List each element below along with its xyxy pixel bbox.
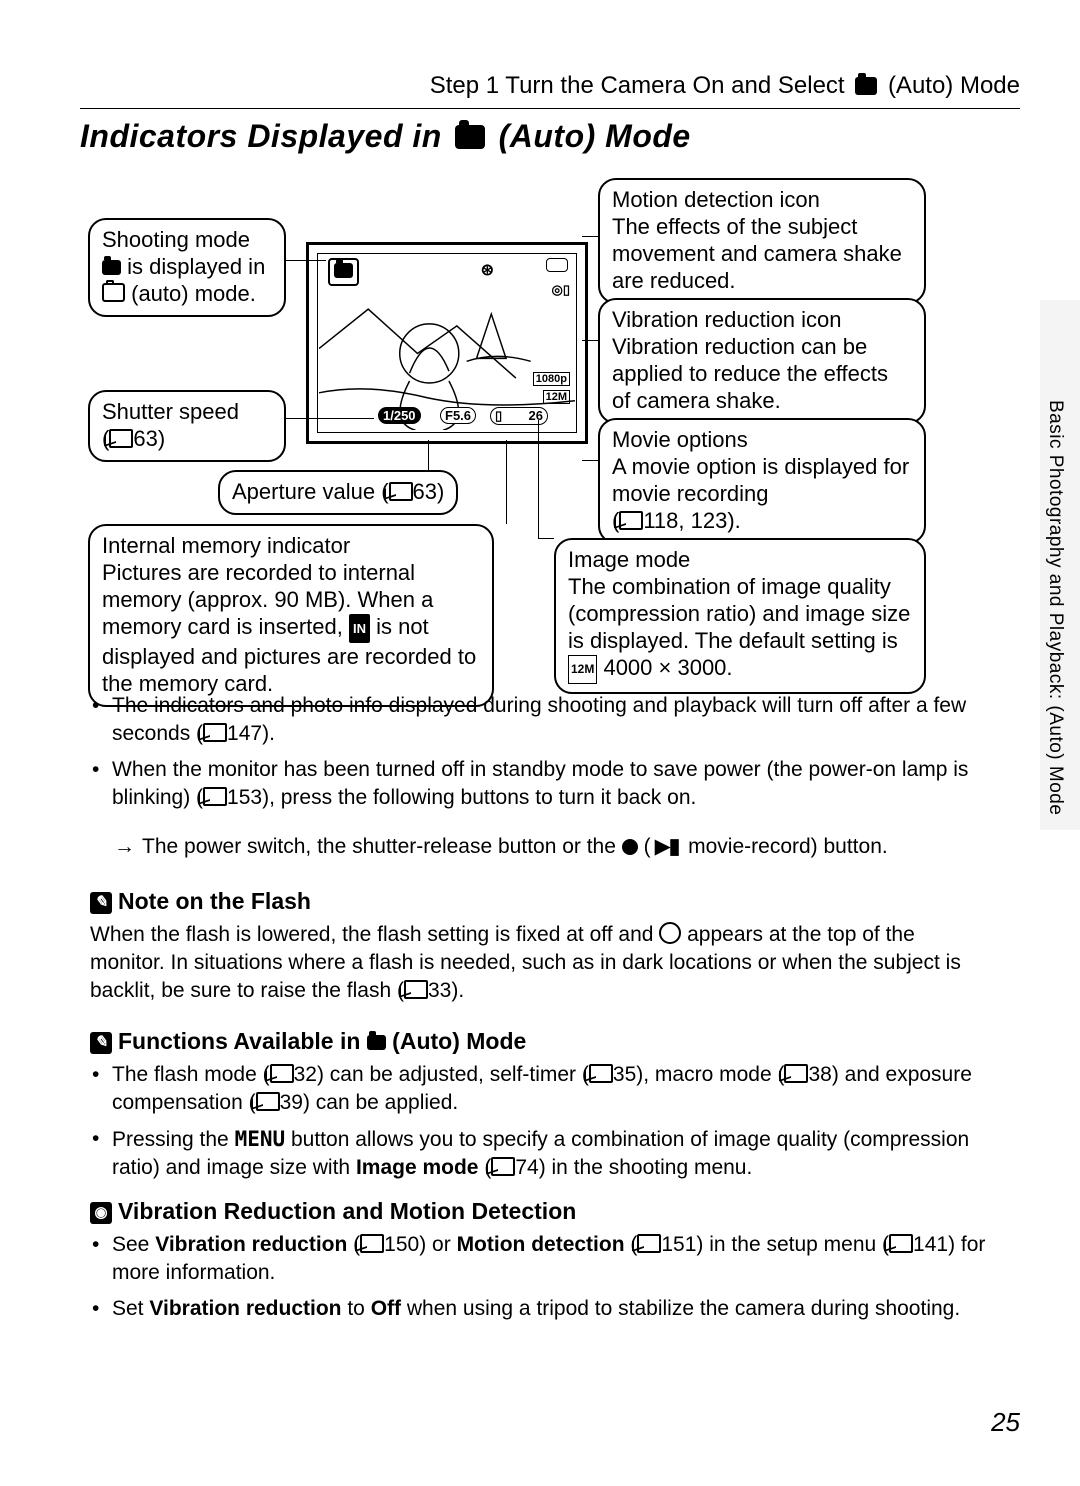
info-icon: ◉ bbox=[90, 1202, 112, 1224]
frame-count: ▯26 bbox=[490, 407, 548, 425]
title-b: (Auto) Mode bbox=[499, 118, 691, 154]
book-icon bbox=[404, 980, 428, 999]
book-icon bbox=[203, 787, 227, 806]
camera-icon bbox=[102, 260, 121, 275]
callout-motion: Motion detection icon The effects of the… bbox=[598, 178, 926, 304]
movie-record-icon: ▶▮ bbox=[651, 833, 683, 861]
flash-off-icon bbox=[659, 922, 681, 944]
title-a: Indicators Displayed in bbox=[80, 118, 451, 154]
leader bbox=[582, 236, 598, 237]
list-item: The indicators and photo info displayed … bbox=[112, 692, 990, 748]
book-icon bbox=[256, 1092, 280, 1111]
header-mode: (Auto) Mode bbox=[888, 72, 1020, 99]
camera-icon bbox=[334, 263, 353, 278]
camera-icon bbox=[367, 1035, 386, 1050]
page-title: Indicators Displayed in (Auto) Mode bbox=[80, 118, 691, 155]
battery-icon bbox=[546, 258, 568, 272]
primary-bullets: The indicators and photo info displayed … bbox=[90, 692, 990, 882]
book-icon bbox=[389, 482, 413, 501]
section-heading: ◉Vibration Reduction and Motion Detectio… bbox=[90, 1198, 990, 1225]
menu-button-label: MENU bbox=[235, 1127, 286, 1151]
callout-shooting-mode: Shooting mode is displayed in (auto) mod… bbox=[88, 218, 286, 317]
header-text: Step 1 Turn the Camera On and Select bbox=[430, 72, 845, 99]
book-icon bbox=[270, 1064, 294, 1083]
section-note-flash: ✎Note on the Flash When the flash is low… bbox=[90, 870, 990, 1011]
callout-shutter: Shutter speed (63) bbox=[88, 390, 286, 462]
section-heading: ✎Functions Available in (Auto) Mode bbox=[90, 1028, 990, 1055]
memory-icon: ▯ bbox=[495, 408, 502, 424]
book-icon bbox=[109, 429, 133, 448]
book-icon bbox=[619, 511, 643, 530]
mode-indicator bbox=[328, 258, 359, 286]
list-item: See Vibration reduction (150) or Motion … bbox=[112, 1231, 990, 1287]
leader bbox=[582, 340, 598, 341]
leader bbox=[538, 538, 554, 539]
pencil-icon: ✎ bbox=[90, 892, 112, 914]
callout-image-mode: Image mode The combination of image qual… bbox=[554, 538, 926, 694]
camera-outline-icon bbox=[102, 283, 125, 302]
callout-title: Internal memory indicator bbox=[102, 533, 350, 558]
chapter-label: Basic Photography and Playback: (Auto) M… bbox=[1044, 400, 1066, 815]
list-item: Set Vibration reduction to Off when usin… bbox=[112, 1295, 990, 1323]
motion-detect-icon: ◎▯ bbox=[552, 282, 571, 298]
leader bbox=[582, 460, 598, 461]
book-icon bbox=[637, 1234, 661, 1253]
book-icon bbox=[491, 1157, 515, 1176]
viewfinder-illustration: ⊛ ◎▯ 1080p 12M 1/250 F5.6 ▯26 bbox=[306, 242, 588, 444]
paragraph: When the flash is lowered, the flash set… bbox=[90, 921, 990, 1005]
shutter-value: 1/250 bbox=[378, 407, 421, 424]
leader bbox=[284, 260, 326, 261]
callout-title: Vibration reduction icon bbox=[612, 307, 842, 332]
book-icon bbox=[889, 1234, 913, 1253]
leader bbox=[506, 440, 507, 524]
callout-aperture: Aperture value (63) bbox=[218, 470, 458, 515]
callout-title: Motion detection icon bbox=[612, 187, 820, 212]
section-heading: ✎Note on the Flash bbox=[90, 888, 990, 915]
leader bbox=[284, 418, 374, 419]
section-vibration: ◉Vibration Reduction and Motion Detectio… bbox=[90, 1180, 990, 1331]
list-sub-item: The power switch, the shutter-release bu… bbox=[142, 833, 990, 861]
book-icon bbox=[203, 723, 227, 742]
leader bbox=[538, 420, 539, 538]
callout-title: Shooting mode bbox=[102, 227, 250, 252]
camera-icon bbox=[855, 77, 877, 95]
pencil-icon: ✎ bbox=[90, 1032, 112, 1054]
in-icon: IN bbox=[349, 614, 370, 643]
rec-button-icon bbox=[622, 839, 638, 855]
camera-icon bbox=[455, 125, 485, 149]
page: Basic Photography and Playback: (Auto) M… bbox=[0, 0, 1080, 1486]
aperture-value: F5.6 bbox=[440, 407, 476, 424]
callout-vibration: Vibration reduction icon Vibration reduc… bbox=[598, 298, 926, 424]
page-number: 25 bbox=[991, 1407, 1020, 1438]
list-item: Pressing the MENU button allows you to s… bbox=[112, 1125, 990, 1182]
list-item: The flash mode (32) can be adjusted, sel… bbox=[112, 1061, 990, 1117]
list-item: When the monitor has been turned off in … bbox=[112, 756, 990, 812]
movie-res-icon: 1080p bbox=[533, 372, 570, 386]
callout-movie: Movie options A movie option is displaye… bbox=[598, 418, 926, 544]
callout-title: Shutter speed bbox=[102, 399, 239, 424]
callout-title: Image mode bbox=[568, 547, 690, 572]
book-icon bbox=[784, 1064, 808, 1083]
flash-off-icon: ⊛ bbox=[481, 260, 494, 280]
image-mode-icon: 12M bbox=[568, 655, 597, 684]
callout-title: Movie options bbox=[612, 427, 748, 452]
image-res-icon: 12M bbox=[543, 390, 570, 404]
page-header: Step 1 Turn the Camera On and Select (Au… bbox=[80, 72, 1020, 109]
leader bbox=[428, 440, 429, 470]
book-icon bbox=[589, 1064, 613, 1083]
section-functions: ✎Functions Available in (Auto) Mode The … bbox=[90, 1010, 990, 1190]
callout-internal-memory: Internal memory indicator Pictures are r… bbox=[88, 524, 494, 707]
book-icon bbox=[360, 1234, 384, 1253]
